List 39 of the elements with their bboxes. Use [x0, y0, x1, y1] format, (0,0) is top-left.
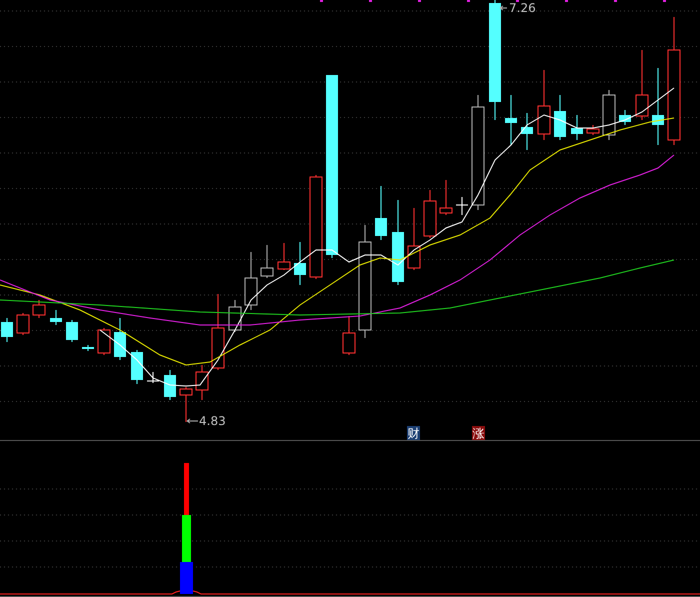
candlestick: [538, 70, 550, 140]
low-price-label: 4.83: [199, 414, 226, 428]
candlestick: [146, 372, 160, 384]
candlestick: [82, 344, 94, 352]
candlestick: [98, 328, 110, 356]
pointer-arrow: [500, 6, 508, 10]
candlestick: [260, 244, 274, 278]
event-badge: 涨: [472, 426, 485, 440]
candlestick: [164, 370, 176, 400]
candlestick: [586, 124, 600, 136]
candlestick: [375, 186, 387, 240]
candlestick: [114, 318, 126, 360]
candlestick: [278, 242, 290, 270]
candlestick: [636, 50, 648, 120]
candlestick: [228, 300, 242, 332]
candlestick: [16, 312, 30, 336]
candlestick: [602, 90, 616, 140]
candlestick: [196, 364, 208, 400]
pointer-arrow: [186, 418, 198, 424]
candlestick: [294, 242, 306, 286]
candlestick: [180, 386, 192, 422]
candlestick: [244, 252, 258, 310]
high-price-label: 7.26: [509, 1, 536, 15]
candlestick: [521, 112, 533, 150]
candlestick: [571, 114, 583, 140]
candlestick: [408, 208, 420, 270]
candlestick: [342, 316, 356, 356]
candlestick: [456, 196, 468, 216]
candlestick: [619, 110, 631, 126]
candlestick: [505, 94, 517, 146]
event-badge: 财: [407, 426, 420, 440]
candlestick: [66, 320, 78, 342]
candlestick: [50, 310, 62, 326]
candlestick: [32, 300, 46, 318]
candlestick: [554, 94, 566, 140]
candlestick: [131, 350, 143, 384]
candlestick: [440, 180, 452, 216]
candlestick: [1, 318, 13, 342]
candlestick: [424, 190, 436, 238]
